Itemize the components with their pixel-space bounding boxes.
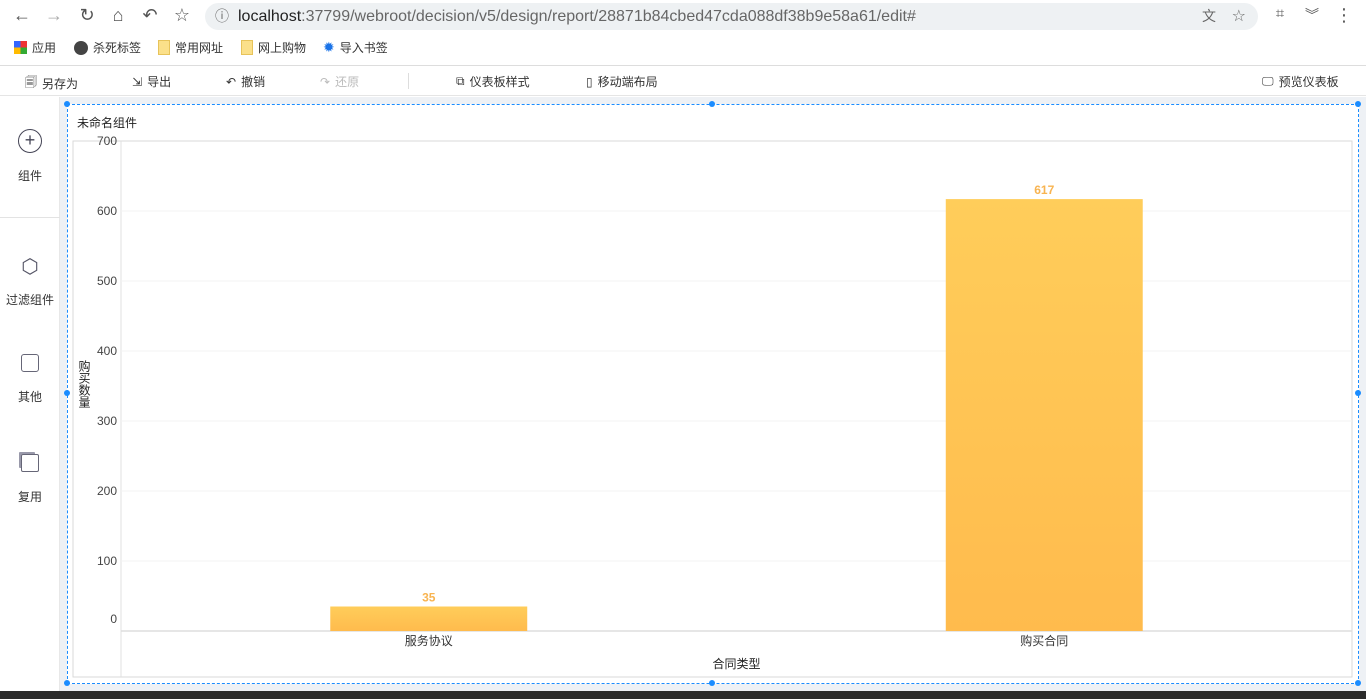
- save-as-button[interactable]: 🗐 另存为: [25, 73, 78, 94]
- sidebar-item-filter[interactable]: ⬡ 过滤组件: [0, 254, 60, 308]
- resize-handle[interactable]: [709, 101, 715, 107]
- address-bar[interactable]: ⓘ localhost:37799/webroot/decision/v5/de…: [205, 3, 1258, 30]
- dashboard-style-button[interactable]: ⧉ 仪表板样式: [456, 73, 530, 90]
- y-tick-label: 700: [97, 134, 117, 148]
- y-tick-label: 200: [97, 484, 117, 498]
- data-label: 35: [422, 591, 436, 605]
- bookmark-star-icon[interactable]: ☆: [1232, 3, 1246, 30]
- folder-icon: [158, 40, 170, 55]
- resize-handle[interactable]: [64, 101, 70, 107]
- bookmark-kill-tabs[interactable]: 杀死标签: [74, 39, 141, 56]
- bar-chart: 0 100 200 300 400 500 600 700 35 服务协议 617 购买合同合同类型 购…: [72, 134, 1353, 678]
- bookmark-shopping[interactable]: 网上购物: [241, 39, 306, 56]
- double-chevron-icon[interactable]: ︾: [1300, 5, 1324, 25]
- windows-icon: [21, 454, 39, 472]
- translate-icon[interactable]: ⽂: [1202, 3, 1216, 30]
- export-button[interactable]: ⇲ 导出: [132, 73, 171, 90]
- browser-toolbar: ← → ↻ ⌂ ↶ ☆ ⓘ localhost:37799/webroot/de…: [0, 0, 1366, 33]
- redo-button[interactable]: ↷ 还原: [320, 73, 359, 90]
- home-icon[interactable]: ⌂: [106, 5, 130, 26]
- undo-button[interactable]: ↶ 撤销: [226, 73, 265, 90]
- undo-close-icon[interactable]: ↶: [138, 5, 162, 26]
- bookmark-common-sites[interactable]: 常用网址: [158, 39, 223, 56]
- bar: [330, 606, 528, 631]
- globe-icon: [74, 40, 88, 55]
- undo-icon: ↶: [226, 74, 237, 89]
- resize-handle[interactable]: [1355, 101, 1361, 107]
- note-icon: [21, 354, 39, 372]
- sidebar-item-other[interactable]: 其他: [0, 354, 60, 405]
- resize-handle[interactable]: [64, 390, 70, 396]
- y-axis-title: 购买数量: [77, 359, 91, 408]
- cube-icon: ⬡: [21, 256, 39, 278]
- back-icon[interactable]: ←: [10, 5, 34, 26]
- crop-icon[interactable]: ⌗: [1268, 5, 1292, 22]
- resize-handle[interactable]: [1355, 680, 1361, 686]
- y-tick-label: 0: [110, 612, 117, 626]
- monitor-icon: 🖵: [1262, 74, 1274, 88]
- bookmark-apps[interactable]: 应用: [14, 39, 56, 56]
- redo-icon: ↷: [320, 74, 331, 89]
- plot-border: [72, 140, 1353, 678]
- menu-dots-icon[interactable]: ⋮: [1332, 5, 1356, 26]
- resize-handle[interactable]: [709, 680, 715, 686]
- component-sidebar: + 组件 ⬡ 过滤组件 其他 复用: [0, 97, 60, 691]
- resize-handle[interactable]: [64, 680, 70, 686]
- y-tick-label: 100: [97, 554, 117, 568]
- x-tick-label: 购买合同: [1020, 633, 1068, 648]
- info-icon: ⓘ: [215, 8, 229, 24]
- export-icon: ⇲: [132, 74, 143, 89]
- mobile-icon: ▯: [586, 74, 593, 89]
- gear-icon: ✹: [323, 39, 335, 55]
- style-icon: ⧉: [456, 74, 465, 88]
- sidebar-item-reuse[interactable]: 复用: [0, 454, 60, 505]
- folder-icon: [241, 40, 253, 55]
- star-icon[interactable]: ☆: [170, 5, 194, 26]
- mobile-layout-button[interactable]: ▯ 移动端布局: [586, 73, 658, 90]
- y-tick-label: 300: [97, 414, 117, 428]
- bar: [945, 199, 1143, 631]
- sidebar-item-components[interactable]: + 组件: [0, 129, 60, 184]
- plus-circle-icon: +: [18, 129, 42, 153]
- bookmarks-bar: 应用 杀死标签 常用网址 网上购物 ✹ 导入书签: [0, 36, 1366, 58]
- chart-widget[interactable]: 未命名组件 0 100 200 300 400 500 600 700 35 服务协议 617 购买合…: [64, 101, 1361, 686]
- taskbar: [0, 691, 1366, 699]
- y-tick-label: 500: [97, 274, 117, 288]
- x-axis-title: 合同类型: [712, 656, 760, 671]
- forward-icon[interactable]: →: [42, 5, 66, 26]
- y-tick-label: 600: [97, 204, 117, 218]
- x-tick-label: 服务协议: [405, 633, 453, 648]
- reload-icon[interactable]: ↻: [75, 5, 99, 26]
- bookmark-import[interactable]: ✹ 导入书签: [323, 39, 388, 56]
- designer-toolbar: 🗐 另存为 ⇲ 导出 ↶ 撤销 ↷ 还原 ⧉ 仪表板样式 ▯ 移动端布局 🖵 预览仪表板: [0, 65, 1366, 96]
- resize-handle[interactable]: [1355, 390, 1361, 396]
- apps-grid-icon: [14, 41, 27, 54]
- divider: [0, 217, 60, 218]
- divider: [408, 73, 409, 89]
- y-tick-label: 400: [97, 344, 117, 358]
- save-icon: 🗐: [25, 75, 37, 89]
- data-label: 617: [1034, 183, 1054, 197]
- preview-button[interactable]: 🖵 预览仪表板: [1262, 73, 1339, 90]
